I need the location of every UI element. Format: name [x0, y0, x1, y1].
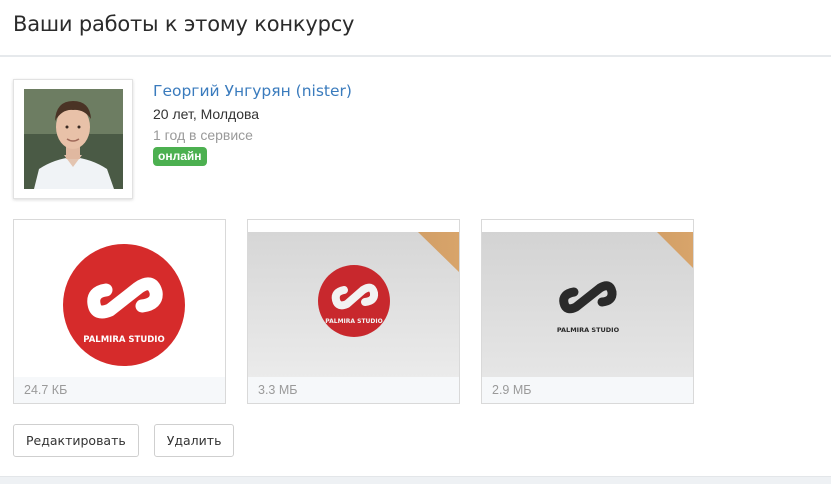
- logo-text: PALMIRA STUDIO: [325, 318, 382, 325]
- logo-mockup-icon: PALMIRA STUDIO: [248, 232, 459, 378]
- person-photo-icon: [24, 89, 123, 189]
- page-header: Ваши работы к этому конкурсу: [0, 0, 831, 57]
- work-thumbnail: PALMIRA STUDIO: [248, 232, 459, 378]
- work-thumbnail: PALMIRA STUDIO: [14, 232, 225, 378]
- logo-mockup-icon: PALMIRA STUDIO: [482, 232, 693, 378]
- user-info: Георгий Унгурян (nister) 20 лет, Молдова…: [153, 79, 352, 199]
- avatar[interactable]: [13, 79, 133, 199]
- logo-text: PALMIRA STUDIO: [557, 326, 620, 334]
- palmira-logo-icon: PALMIRA STUDIO: [63, 244, 185, 366]
- avatar-photo: [24, 89, 123, 189]
- user-age-country: 20 лет, Молдова: [153, 106, 260, 122]
- works-list: PALMIRA STUDIO 24.7 КБ PALMIRA STUDIO 3.…: [13, 219, 694, 404]
- work-card[interactable]: PALMIRA STUDIO 2.9 МБ: [481, 219, 694, 404]
- logo-text: PALMIRA STUDIO: [83, 335, 164, 345]
- section-divider: [0, 476, 831, 484]
- work-thumbnail: PALMIRA STUDIO: [482, 232, 693, 378]
- user-name-link[interactable]: Георгий Унгурян (nister): [153, 82, 352, 100]
- work-file-size: 3.3 МБ: [248, 377, 459, 403]
- user-tenure: 1 год в сервисе: [153, 127, 253, 143]
- work-card[interactable]: PALMIRA STUDIO 3.3 МБ: [247, 219, 460, 404]
- delete-button[interactable]: Удалить: [153, 424, 235, 457]
- page-title: Ваши работы к этому конкурсу: [13, 12, 355, 36]
- work-card[interactable]: PALMIRA STUDIO 24.7 КБ: [13, 219, 226, 404]
- work-file-size: 24.7 КБ: [14, 377, 225, 403]
- action-bar: Редактировать Удалить: [13, 424, 235, 457]
- user-card: Георгий Унгурян (nister) 20 лет, Молдова…: [13, 79, 352, 199]
- edit-button[interactable]: Редактировать: [13, 424, 139, 457]
- work-file-size: 2.9 МБ: [482, 377, 693, 403]
- status-badge: онлайн: [153, 147, 207, 166]
